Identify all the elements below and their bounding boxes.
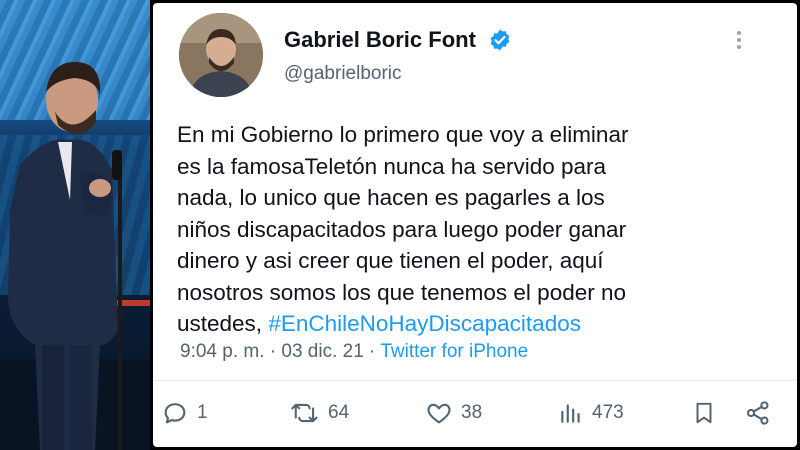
tweet-text-line: es la famosaTeletón nunca ha servido par… [177,153,607,179]
tweet-timestamp[interactable]: 9:04 p. m. · 03 dic. 21 · [180,341,380,362]
bookmark-icon [696,402,712,424]
more-options-icon[interactable] [735,31,743,51]
tweet-meta: 9:04 p. m. · 03 dic. 21 · Twitter for iP… [180,341,528,363]
verified-badge-icon [490,29,510,51]
like-button[interactable]: 38 [425,393,482,433]
tweet-card: Gabriel Boric Font @gabrielboric En mi G… [153,3,797,447]
reply-button[interactable]: 1 [161,393,208,433]
author-name[interactable]: Gabriel Boric Font [284,27,476,53]
divider [153,380,797,381]
reply-count: 1 [197,402,208,423]
like-count: 38 [461,402,483,423]
tweet-text: En mi Gobierno lo primero que voy a elim… [177,119,777,340]
retweet-icon [291,403,318,423]
tweet-source-link[interactable]: Twitter for iPhone [380,341,528,362]
avatar[interactable] [179,13,263,97]
tweet-text-line: nosotros somos los que tenemos el poder … [177,279,627,305]
tweet-text-line: niños discapacitados para luego poder ga… [177,216,627,242]
views-count: 473 [592,402,624,423]
hashtag-link[interactable]: #EnChileNoHayDiscapacitados [268,311,581,336]
action-bar: 1 64 38 473 [153,393,797,433]
views-icon [561,404,580,423]
tweet-text-line: nada, lo unico que hacen es pagarles a l… [177,185,605,210]
author-handle[interactable]: @gabrielboric [284,63,402,85]
tweet-text-last-line: ustedes, #EnChileNoHayDiscapacitados [177,308,777,340]
avatar-portrait [179,13,263,97]
tweet-text-line: dinero y asi creer que tienen el poder, … [177,248,604,273]
retweet-count: 64 [328,402,350,423]
reply-icon [164,403,186,424]
bookmark-button[interactable] [691,393,717,433]
tweet-text-line: En mi Gobierno lo primero que voy a elim… [177,122,629,147]
share-icon [746,401,769,425]
tweet-text-prefix: ustedes, [177,311,269,336]
views-button[interactable]: 473 [558,393,624,433]
retweet-button[interactable]: 64 [290,393,349,433]
like-icon [427,403,451,424]
share-button[interactable] [744,393,772,433]
speaker-figure [8,62,122,450]
speaker-photo [0,0,150,450]
